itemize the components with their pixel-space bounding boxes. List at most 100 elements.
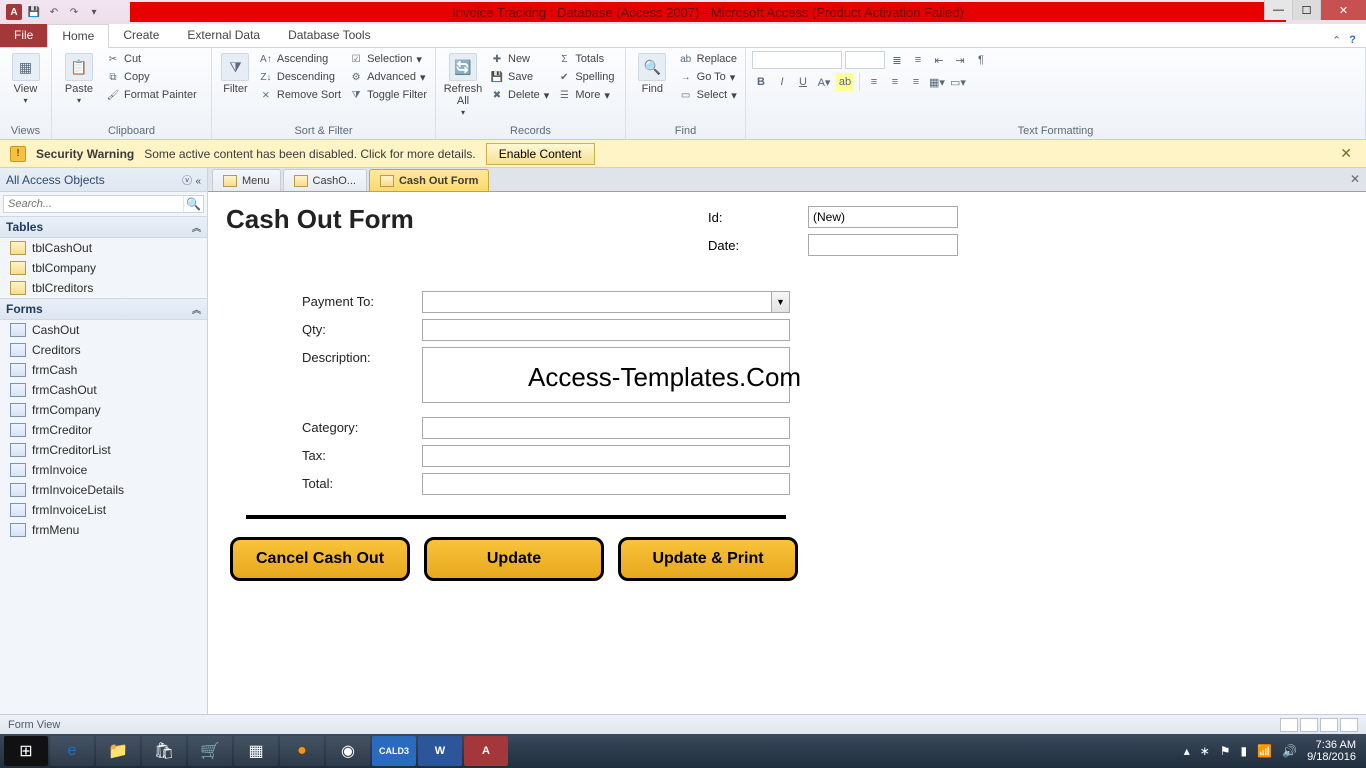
nav-filter-dropdown-icon[interactable]: ⓥ [182,176,192,187]
id-field[interactable] [808,206,958,228]
taskbar-store-icon[interactable]: 🛍 [142,736,186,766]
toggle-filter-button[interactable]: ⧩Toggle Filter [347,87,429,103]
copy-button[interactable]: ⧉Copy [104,69,199,85]
nav-search-input[interactable] [4,196,183,212]
select-button[interactable]: ▭Select ▾ [677,87,739,103]
search-icon[interactable]: 🔍 [183,196,203,212]
font-name-input[interactable] [752,51,842,69]
tab-external-data[interactable]: External Data [173,23,274,47]
taskbar-explorer-icon[interactable]: 📁 [96,736,140,766]
qat-save-icon[interactable]: 💾 [26,4,42,20]
nav-form-item[interactable]: frmInvoiceDetails [0,480,207,500]
more-button[interactable]: ☰More ▾ [555,87,616,103]
numbering-icon[interactable]: ≡ [909,51,927,69]
date-field[interactable] [808,234,958,256]
indent-inc-icon[interactable]: ⇥ [951,51,969,69]
nav-form-item[interactable]: frmCreditor [0,420,207,440]
nav-form-item[interactable]: frmCreditorList [0,440,207,460]
delete-record-button[interactable]: ✖Delete ▾ [488,87,551,103]
refresh-all-button[interactable]: 🔄Refresh All▾ [442,51,484,120]
bullets-icon[interactable]: ≣ [888,51,906,69]
nav-form-item[interactable]: frmInvoiceList [0,500,207,520]
remove-sort-button[interactable]: ⨯Remove Sort [257,87,343,103]
tray-clock[interactable]: 7:36 AM9/18/2016 [1307,739,1356,763]
collapse-icon[interactable]: ︽ [192,221,201,234]
new-record-button[interactable]: ✚New [488,51,551,67]
nav-form-item[interactable]: frmCompany [0,400,207,420]
find-button[interactable]: 🔍Find [632,51,673,97]
view-datasheet-icon[interactable] [1300,718,1318,732]
ribbon-minimize-icon[interactable]: ⌃ [1332,34,1341,47]
view-layout-icon[interactable] [1320,718,1338,732]
replace-button[interactable]: abReplace [677,51,739,67]
format-painter-button[interactable]: 🖌Format Painter [104,87,199,103]
window-minimize-button[interactable]: — [1264,0,1292,20]
payment-to-field[interactable] [422,291,772,313]
cancel-cashout-button[interactable]: Cancel Cash Out [230,537,410,581]
qat-redo-icon[interactable]: ↷ [66,4,82,20]
align-left-icon[interactable]: ≡ [865,73,883,91]
tray-network-icon[interactable]: 📶 [1257,744,1272,758]
goto-button[interactable]: →Go To ▾ [677,69,739,85]
tray-volume-icon[interactable]: 🔊 [1282,744,1297,758]
spelling-button[interactable]: ✔Spelling [555,69,616,85]
taskbar-ie-icon[interactable]: e [50,736,94,766]
gridlines-icon[interactable]: ▦▾ [928,73,946,91]
view-form-icon[interactable] [1280,718,1298,732]
nav-form-item[interactable]: frmCash [0,360,207,380]
tab-home[interactable]: Home [47,24,109,48]
advanced-button[interactable]: ⚙Advanced ▾ [347,69,429,85]
qty-field[interactable] [422,319,790,341]
selection-button[interactable]: ☑Selection ▾ [347,51,429,67]
cut-button[interactable]: ✂Cut [104,51,199,67]
font-size-input[interactable] [845,51,885,69]
nav-section-tables[interactable]: Tables︽ [0,216,207,238]
indent-dec-icon[interactable]: ⇤ [930,51,948,69]
nav-form-item[interactable]: frmInvoice [0,460,207,480]
sort-asc-button[interactable]: A↑Ascending [257,51,343,67]
filter-button[interactable]: ⧩Filter [218,51,253,97]
tray-show-hidden-icon[interactable]: ▴ [1184,744,1190,758]
highlight-icon[interactable]: ab [836,73,854,91]
nav-form-item[interactable]: Creditors [0,340,207,360]
nav-search[interactable]: 🔍 [3,195,204,213]
doc-tab-cashoutform[interactable]: Cash Out Form [369,169,489,191]
nav-form-item[interactable]: frmCashOut [0,380,207,400]
qat-undo-icon[interactable]: ↶ [46,4,62,20]
doc-tab-cashout-short[interactable]: CashO... [283,169,367,191]
bold-icon[interactable]: B [752,73,770,91]
paste-button[interactable]: 📋Paste▾ [58,51,100,108]
nav-header[interactable]: All Access Objects ⓥ « [0,168,207,192]
tax-field[interactable] [422,445,790,467]
align-right-icon[interactable]: ≡ [907,73,925,91]
align-center-icon[interactable]: ≡ [886,73,904,91]
nav-form-item[interactable]: CashOut [0,320,207,340]
nav-form-item[interactable]: frmMenu [0,520,207,540]
fill-color-icon[interactable]: ▭▾ [949,73,967,91]
sort-desc-button[interactable]: Z↓Descending [257,69,343,85]
tray-battery-icon[interactable]: ▮ [1241,744,1248,758]
taskbar-word-icon[interactable]: W [418,736,462,766]
total-field[interactable] [422,473,790,495]
nav-section-forms[interactable]: Forms︽ [0,298,207,320]
window-close-button[interactable]: ✕ [1320,0,1366,20]
security-warning-msg[interactable]: Some active content has been disabled. C… [144,147,476,161]
window-maximize-button[interactable]: ☐ [1292,0,1320,20]
category-field[interactable] [422,417,790,439]
doc-tab-menu[interactable]: Menu [212,169,281,191]
close-tab-icon[interactable]: ✕ [1350,172,1360,186]
tray-flag-icon[interactable]: ⚑ [1220,744,1231,758]
tray-bluetooth-icon[interactable]: ∗ [1200,744,1210,758]
taskbar-app-icon[interactable]: 🛒 [188,736,232,766]
underline-icon[interactable]: U [794,73,812,91]
save-record-button[interactable]: 💾Save [488,69,551,85]
tab-file[interactable]: File [0,23,47,47]
nav-table-item[interactable]: tblCashOut [0,238,207,258]
text-dir-icon[interactable]: ¶ [972,51,990,69]
qat-customize-icon[interactable]: ▾ [86,4,102,20]
view-button[interactable]: ▦View▾ [6,51,45,108]
enable-content-button[interactable]: Enable Content [486,143,595,165]
nav-collapse-icon[interactable]: « [195,176,201,187]
tab-create[interactable]: Create [109,23,173,47]
collapse-icon[interactable]: ︽ [192,303,201,316]
